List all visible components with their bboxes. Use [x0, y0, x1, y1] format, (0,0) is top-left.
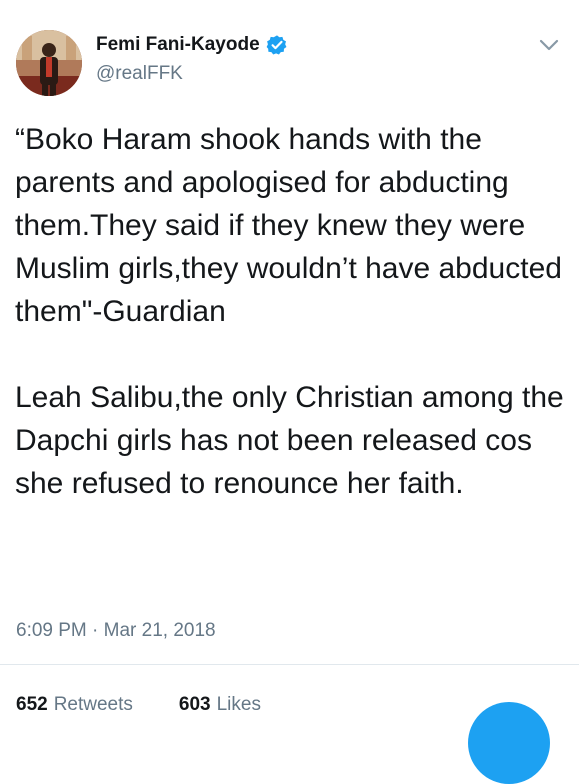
tweet-timestamp[interactable]: 6:09 PM · Mar 21, 2018: [16, 620, 216, 642]
profile-photo: [16, 30, 82, 96]
likes-label: Likes: [216, 694, 261, 715]
author-name[interactable]: Femi Fani-Kayode: [96, 34, 260, 56]
compose-tweet-button[interactable]: [468, 702, 550, 784]
author-handle[interactable]: @realFFK: [96, 63, 183, 85]
author-name-row[interactable]: Femi Fani-Kayode: [96, 34, 288, 56]
tweet-paragraph-2: Leah Salibu,the only Christian among the…: [15, 381, 564, 500]
likes-count: 603: [178, 694, 211, 715]
chevron-down-icon[interactable]: [538, 36, 560, 54]
divider: [0, 664, 579, 665]
tweet-paragraph-1: “Boko Haram shook hands with the parents…: [15, 123, 562, 328]
tweet-stats: 652 Retweets 603 Likes: [16, 694, 307, 716]
verified-badge-icon: [266, 34, 288, 56]
tweet-body: “Boko Haram shook hands with the parents…: [15, 118, 575, 505]
avatar[interactable]: [16, 30, 82, 96]
retweets-label: Retweets: [53, 694, 133, 715]
retweets-count: 652: [16, 694, 48, 715]
retweets-stat[interactable]: 652 Retweets: [16, 694, 133, 716]
likes-stat[interactable]: 603 Likes: [179, 694, 261, 716]
